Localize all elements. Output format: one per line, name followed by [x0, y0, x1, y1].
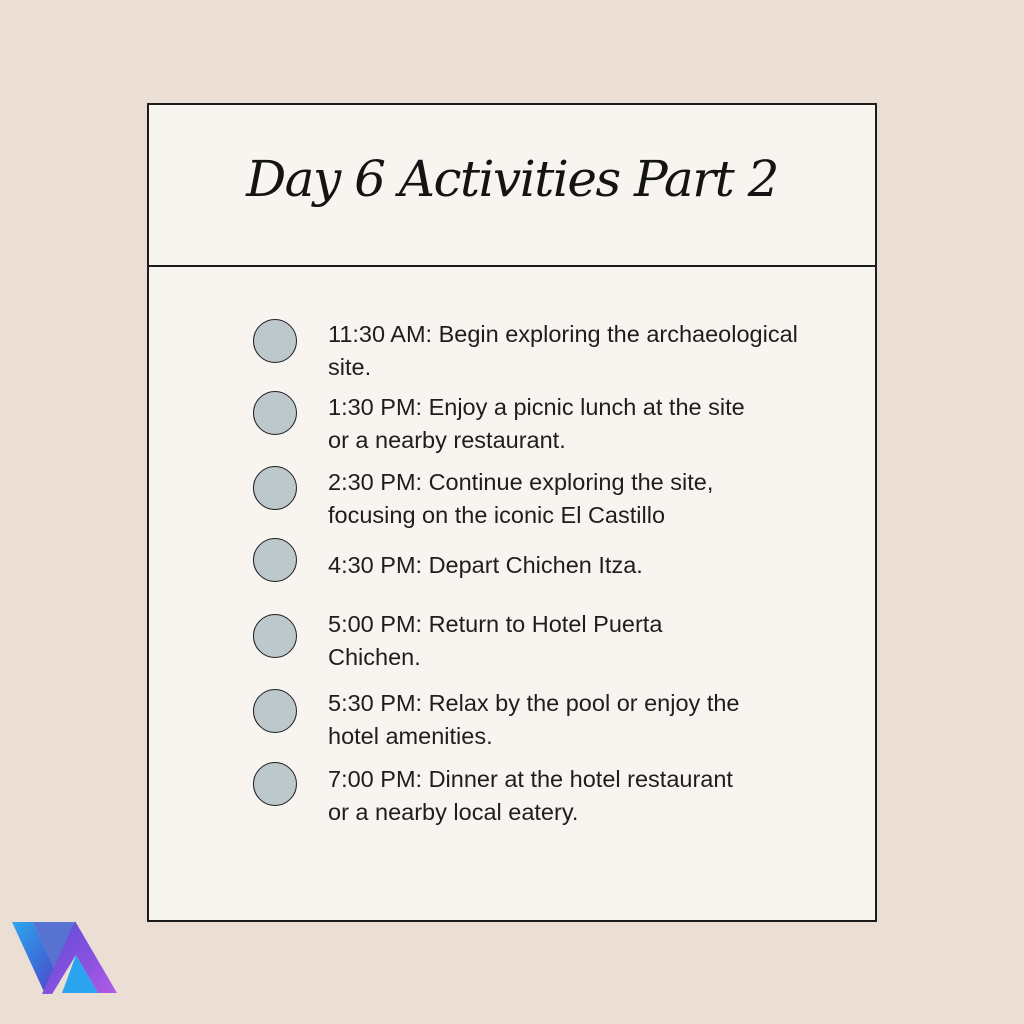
- activity-text: 7:00 PM: Dinner at the hotel restaurant …: [328, 766, 733, 825]
- bullet-circle-icon: [253, 466, 297, 510]
- bullet-circle-icon: [253, 762, 297, 806]
- activity-text: 1:30 PM: Enjoy a picnic lunch at the sit…: [328, 394, 745, 453]
- activities-card: Day 6 Activities Part 2 11:30 AM: Begin …: [147, 103, 877, 922]
- bullet-circle-icon: [253, 614, 297, 658]
- page: Day 6 Activities Part 2 11:30 AM: Begin …: [0, 0, 1024, 1024]
- va-logo-icon: [12, 921, 117, 994]
- activity-list: 11:30 AM: Begin exploring the archaeolog…: [149, 105, 875, 920]
- bullet-circle-icon: [253, 538, 297, 582]
- bullet-circle-icon: [253, 391, 297, 435]
- activity-text: 4:30 PM: Depart Chichen Itza.: [328, 552, 643, 578]
- activity-text: 11:30 AM: Begin exploring the archaeolog…: [328, 321, 798, 380]
- activity-text: 5:30 PM: Relax by the pool or enjoy the …: [328, 690, 740, 749]
- bullet-circle-icon: [253, 689, 297, 733]
- activity-text: 2:30 PM: Continue exploring the site, fo…: [328, 469, 714, 528]
- bullet-circle-icon: [253, 319, 297, 363]
- activity-text: 5:00 PM: Return to Hotel Puerta Chichen.: [328, 611, 663, 670]
